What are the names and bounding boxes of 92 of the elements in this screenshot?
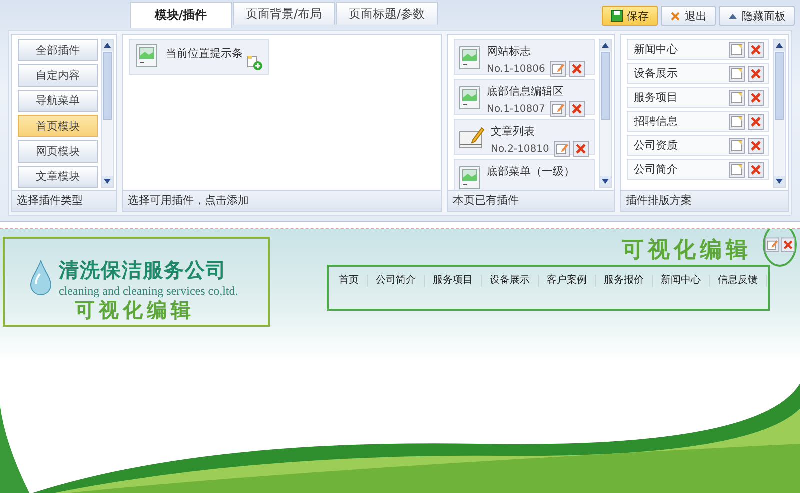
nav-link[interactable]: 服务项目 bbox=[433, 273, 473, 287]
nav-link[interactable]: 首页 bbox=[339, 273, 359, 287]
nav-link[interactable]: 新闻中心 bbox=[661, 273, 701, 287]
company-name: 清洗保洁服务公司 bbox=[59, 257, 228, 284]
scrollbar[interactable] bbox=[599, 39, 612, 188]
delete-icon[interactable] bbox=[569, 101, 586, 117]
layout-name: 公司资质 bbox=[634, 138, 678, 153]
add-plugin-icon[interactable] bbox=[247, 55, 263, 71]
image-thumbnail-icon bbox=[136, 44, 158, 68]
save-icon bbox=[611, 10, 623, 22]
exit-button[interactable]: 退出 bbox=[661, 6, 716, 26]
delete-icon[interactable] bbox=[748, 42, 764, 58]
note-icon[interactable] bbox=[729, 66, 745, 82]
plugin-name: 底部菜单（一级） bbox=[487, 164, 575, 179]
image-thumbnail-icon bbox=[459, 166, 481, 190]
nav-link[interactable]: 公司简介 bbox=[376, 273, 416, 287]
plugin-card[interactable]: 当前位置提示条 bbox=[129, 39, 269, 75]
category-button[interactable]: 自定内容 bbox=[18, 64, 98, 87]
delete-icon[interactable] bbox=[748, 114, 764, 130]
category-button[interactable]: 首页模块 bbox=[18, 114, 98, 138]
panel-caption: 选择可用插件，点击添加 bbox=[123, 190, 441, 211]
layout-name: 新闻中心 bbox=[634, 42, 678, 57]
layout-name: 公司简介 bbox=[634, 162, 678, 177]
delete-icon[interactable] bbox=[780, 237, 795, 253]
scroll-down-icon[interactable] bbox=[602, 179, 609, 184]
water-drop-icon bbox=[29, 260, 53, 296]
delete-icon[interactable] bbox=[569, 61, 586, 77]
delete-icon[interactable] bbox=[573, 141, 590, 157]
plugin-name: 网站标志 bbox=[487, 44, 532, 59]
category-button[interactable]: 网页模块 bbox=[18, 140, 98, 163]
plugin-card[interactable]: 文章列表 No.2-10810 bbox=[454, 119, 595, 155]
edit-annotation: 可视化编辑 bbox=[622, 237, 752, 265]
plugin-name: 文章列表 bbox=[491, 124, 536, 139]
note-icon[interactable] bbox=[729, 138, 745, 154]
nav-link[interactable]: 设备展示 bbox=[490, 273, 530, 287]
edit-annotation: 可视化编辑 bbox=[75, 298, 196, 324]
tab[interactable]: 页面标题/参数 bbox=[336, 2, 438, 25]
scrollbar[interactable] bbox=[101, 39, 114, 188]
layout-item[interactable]: 公司简介 bbox=[627, 159, 769, 180]
triangle-up-icon bbox=[728, 12, 738, 20]
layout-item[interactable]: 招聘信息 bbox=[627, 111, 769, 132]
tab[interactable]: 模块/插件 bbox=[130, 2, 232, 28]
plugin-number: No.1-10806 bbox=[487, 64, 546, 74]
close-icon bbox=[670, 10, 681, 22]
scroll-up-icon[interactable] bbox=[602, 43, 609, 48]
note-icon[interactable] bbox=[729, 42, 745, 58]
panel-caption: 本页已有插件 bbox=[448, 190, 614, 211]
layout-item[interactable]: 新闻中心 bbox=[627, 39, 769, 60]
edit-icon[interactable] bbox=[765, 237, 780, 253]
nav-link[interactable]: 客户案例 bbox=[547, 273, 587, 287]
image-thumbnail-icon bbox=[459, 46, 481, 70]
plugin-name: 当前位置提示条 bbox=[166, 46, 243, 62]
category-button[interactable]: 全部插件 bbox=[18, 39, 98, 62]
note-icon[interactable] bbox=[729, 162, 745, 178]
layout-item[interactable]: 设备展示 bbox=[627, 63, 769, 84]
scroll-up-icon[interactable] bbox=[776, 43, 783, 48]
company-slogan: cleaning and cleaning services co,ltd. bbox=[59, 284, 238, 299]
plugin-number: No.1-10807 bbox=[487, 104, 546, 114]
notepad-pencil-icon bbox=[459, 126, 485, 150]
delete-icon[interactable] bbox=[748, 90, 764, 106]
image-thumbnail-icon bbox=[459, 86, 481, 110]
delete-icon[interactable] bbox=[748, 138, 764, 154]
nav-link[interactable]: 服务报价 bbox=[604, 273, 644, 287]
layout-name: 设备展示 bbox=[634, 66, 678, 81]
edit-icon[interactable] bbox=[554, 141, 570, 157]
layout-item[interactable]: 公司资质 bbox=[627, 135, 769, 156]
layout-name: 服务项目 bbox=[634, 90, 678, 105]
note-icon[interactable] bbox=[729, 90, 745, 106]
nav-link[interactable]: 信息反馈 bbox=[718, 273, 758, 287]
scroll-up-icon[interactable] bbox=[104, 43, 111, 48]
plugin-name: 底部信息编辑区 bbox=[487, 84, 565, 99]
plugin-card[interactable]: 底部信息编辑区 No.1-10807 bbox=[454, 79, 595, 115]
delete-icon[interactable] bbox=[748, 162, 764, 178]
layout-name: 招聘信息 bbox=[634, 114, 678, 129]
plugin-card[interactable]: 网站标志 No.1-10806 bbox=[454, 39, 595, 75]
plugin-number: No.2-10810 bbox=[491, 144, 550, 154]
panel-caption: 选择插件类型 bbox=[12, 190, 116, 211]
panel-caption: 插件排版方案 bbox=[621, 190, 788, 211]
hide-button[interactable]: 隐藏面板 bbox=[719, 6, 795, 26]
scroll-down-icon[interactable] bbox=[776, 179, 783, 184]
delete-icon[interactable] bbox=[748, 66, 764, 82]
edit-icon[interactable] bbox=[550, 61, 566, 77]
note-icon[interactable] bbox=[729, 114, 745, 130]
category-button[interactable]: 导航菜单 bbox=[18, 90, 98, 112]
scroll-down-icon[interactable] bbox=[104, 179, 111, 184]
plugin-card[interactable]: 底部菜单（一级） bbox=[454, 159, 595, 190]
category-button[interactable]: 文章模块 bbox=[18, 166, 98, 188]
edit-icon[interactable] bbox=[550, 101, 566, 117]
tab[interactable]: 页面背景/布局 bbox=[233, 2, 335, 25]
layout-item[interactable]: 服务项目 bbox=[627, 87, 769, 108]
scrollbar[interactable] bbox=[773, 39, 786, 188]
save-button[interactable]: 保存 bbox=[602, 6, 658, 26]
